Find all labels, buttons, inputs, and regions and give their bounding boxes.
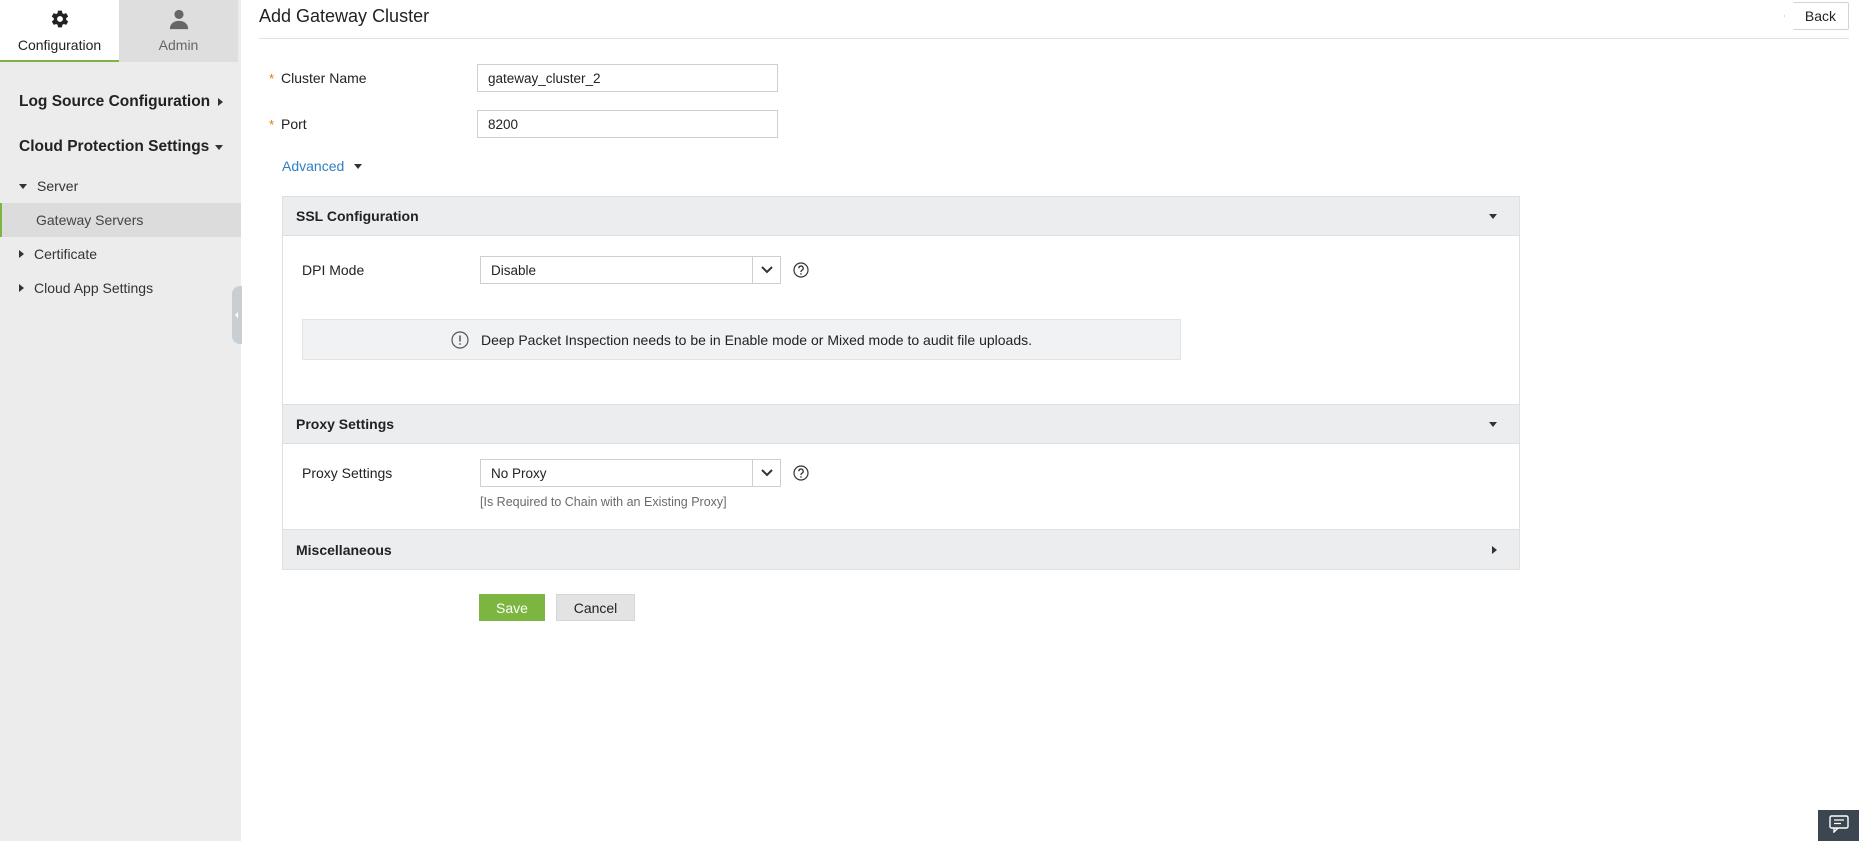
exclamation-circle-icon: [451, 330, 469, 349]
chevron-down-icon: [752, 257, 780, 283]
cluster-name-label: Cluster Name: [281, 70, 367, 86]
caret-right-icon: [19, 250, 24, 258]
dpi-mode-label: DPI Mode: [302, 262, 365, 278]
ssl-configuration-header[interactable]: SSL Configuration: [283, 197, 1519, 236]
sidebar-menu: Log Source Configuration Cloud Protectio…: [0, 62, 241, 305]
proxy-settings-hint: [Is Required to Chain with an Existing P…: [480, 495, 727, 509]
sidebar-sub-items: Server Gateway Servers Certificate Cloud…: [0, 169, 241, 305]
sidebar-section-label: Cloud Protection Settings: [19, 138, 210, 155]
port-label: Port: [281, 116, 307, 132]
tab-admin-label: Admin: [158, 37, 199, 53]
caret-down-icon: [1489, 213, 1497, 219]
dpi-mode-value: Disable: [491, 262, 537, 278]
tab-configuration-label: Configuration: [17, 37, 102, 53]
back-button[interactable]: Back: [1783, 2, 1849, 30]
caret-down-icon: [354, 163, 363, 169]
tab-configuration[interactable]: Configuration: [0, 0, 119, 62]
chat-button[interactable]: [1818, 810, 1859, 841]
proxy-settings-row: Proxy Settings No Proxy: [302, 459, 809, 487]
proxy-settings-header[interactable]: Proxy Settings: [283, 405, 1519, 444]
proxy-settings-label: Proxy Settings: [302, 465, 393, 481]
proxy-settings-select[interactable]: No Proxy: [480, 459, 781, 487]
advanced-label: Advanced: [282, 158, 345, 174]
caret-right-icon: [1492, 545, 1497, 554]
sidebar-item-server[interactable]: Server: [0, 169, 241, 203]
proxy-settings-value: No Proxy: [491, 465, 547, 481]
caret-down-icon: [215, 144, 223, 150]
top-tabs: Configuration Admin: [0, 0, 241, 62]
caret-down-icon: [19, 183, 27, 189]
cluster-name-input[interactable]: [477, 64, 778, 92]
proxy-settings-body: Proxy Settings No Proxy [Is Required to …: [283, 444, 1519, 530]
ssl-configuration-body: DPI Mode Disable Deep Packet Inspection …: [283, 236, 1519, 405]
advanced-panel: SSL Configuration DPI Mode Disable Deep …: [282, 196, 1520, 570]
sidebar-item-label: Certificate: [34, 246, 98, 262]
port-input[interactable]: [477, 110, 778, 138]
sidebar-section-cloud-protection-settings[interactable]: Cloud Protection Settings: [0, 135, 241, 159]
sidebar-item-gateway-servers[interactable]: Gateway Servers: [0, 203, 241, 237]
miscellaneous-header[interactable]: Miscellaneous: [283, 530, 1519, 569]
required-mark: *: [269, 70, 275, 86]
save-button[interactable]: Save: [479, 594, 545, 621]
main-content: Add Gateway Cluster Back * Cluster Name …: [241, 0, 1861, 841]
cluster-name-row: * Cluster Name: [269, 64, 778, 92]
caret-right-icon: [19, 284, 24, 292]
help-icon[interactable]: [793, 262, 809, 278]
sidebar-item-label: Gateway Servers: [36, 212, 144, 228]
user-icon: [168, 8, 190, 30]
caret-down-icon: [1489, 421, 1497, 427]
dpi-info-text: Deep Packet Inspection needs to be in En…: [480, 331, 1032, 348]
chat-icon: [1828, 815, 1849, 836]
port-row: * Port: [269, 110, 778, 138]
advanced-toggle[interactable]: Advanced: [282, 158, 363, 174]
dpi-info-message: Deep Packet Inspection needs to be in En…: [302, 319, 1181, 360]
gear-icon: [49, 8, 71, 30]
ssl-configuration-title: SSL Configuration: [296, 208, 419, 224]
caret-right-icon: [218, 98, 223, 106]
dpi-mode-select[interactable]: Disable: [480, 256, 781, 284]
sidebar-item-label: Server: [37, 178, 79, 194]
required-mark: *: [269, 116, 275, 132]
proxy-settings-title: Proxy Settings: [296, 416, 395, 432]
miscellaneous-title: Miscellaneous: [296, 541, 392, 558]
sidebar-item-certificate[interactable]: Certificate: [0, 237, 241, 271]
page-title: Add Gateway Cluster: [259, 6, 430, 26]
help-icon[interactable]: [793, 465, 809, 481]
title-divider: [259, 38, 1849, 39]
sidebar-section-label: Log Source Configuration: [19, 93, 211, 110]
cancel-button[interactable]: Cancel: [556, 594, 635, 621]
tab-admin[interactable]: Admin: [119, 0, 238, 62]
sidebar-section-log-source-configuration[interactable]: Log Source Configuration: [0, 90, 241, 114]
sidebar-item-label: Cloud App Settings: [34, 280, 154, 296]
dpi-mode-row: DPI Mode Disable: [302, 256, 809, 284]
sidebar-item-cloud-app-settings[interactable]: Cloud App Settings: [0, 271, 241, 305]
sidebar: Configuration Admin Log Source Configura…: [0, 0, 242, 841]
chevron-down-icon: [752, 460, 780, 486]
